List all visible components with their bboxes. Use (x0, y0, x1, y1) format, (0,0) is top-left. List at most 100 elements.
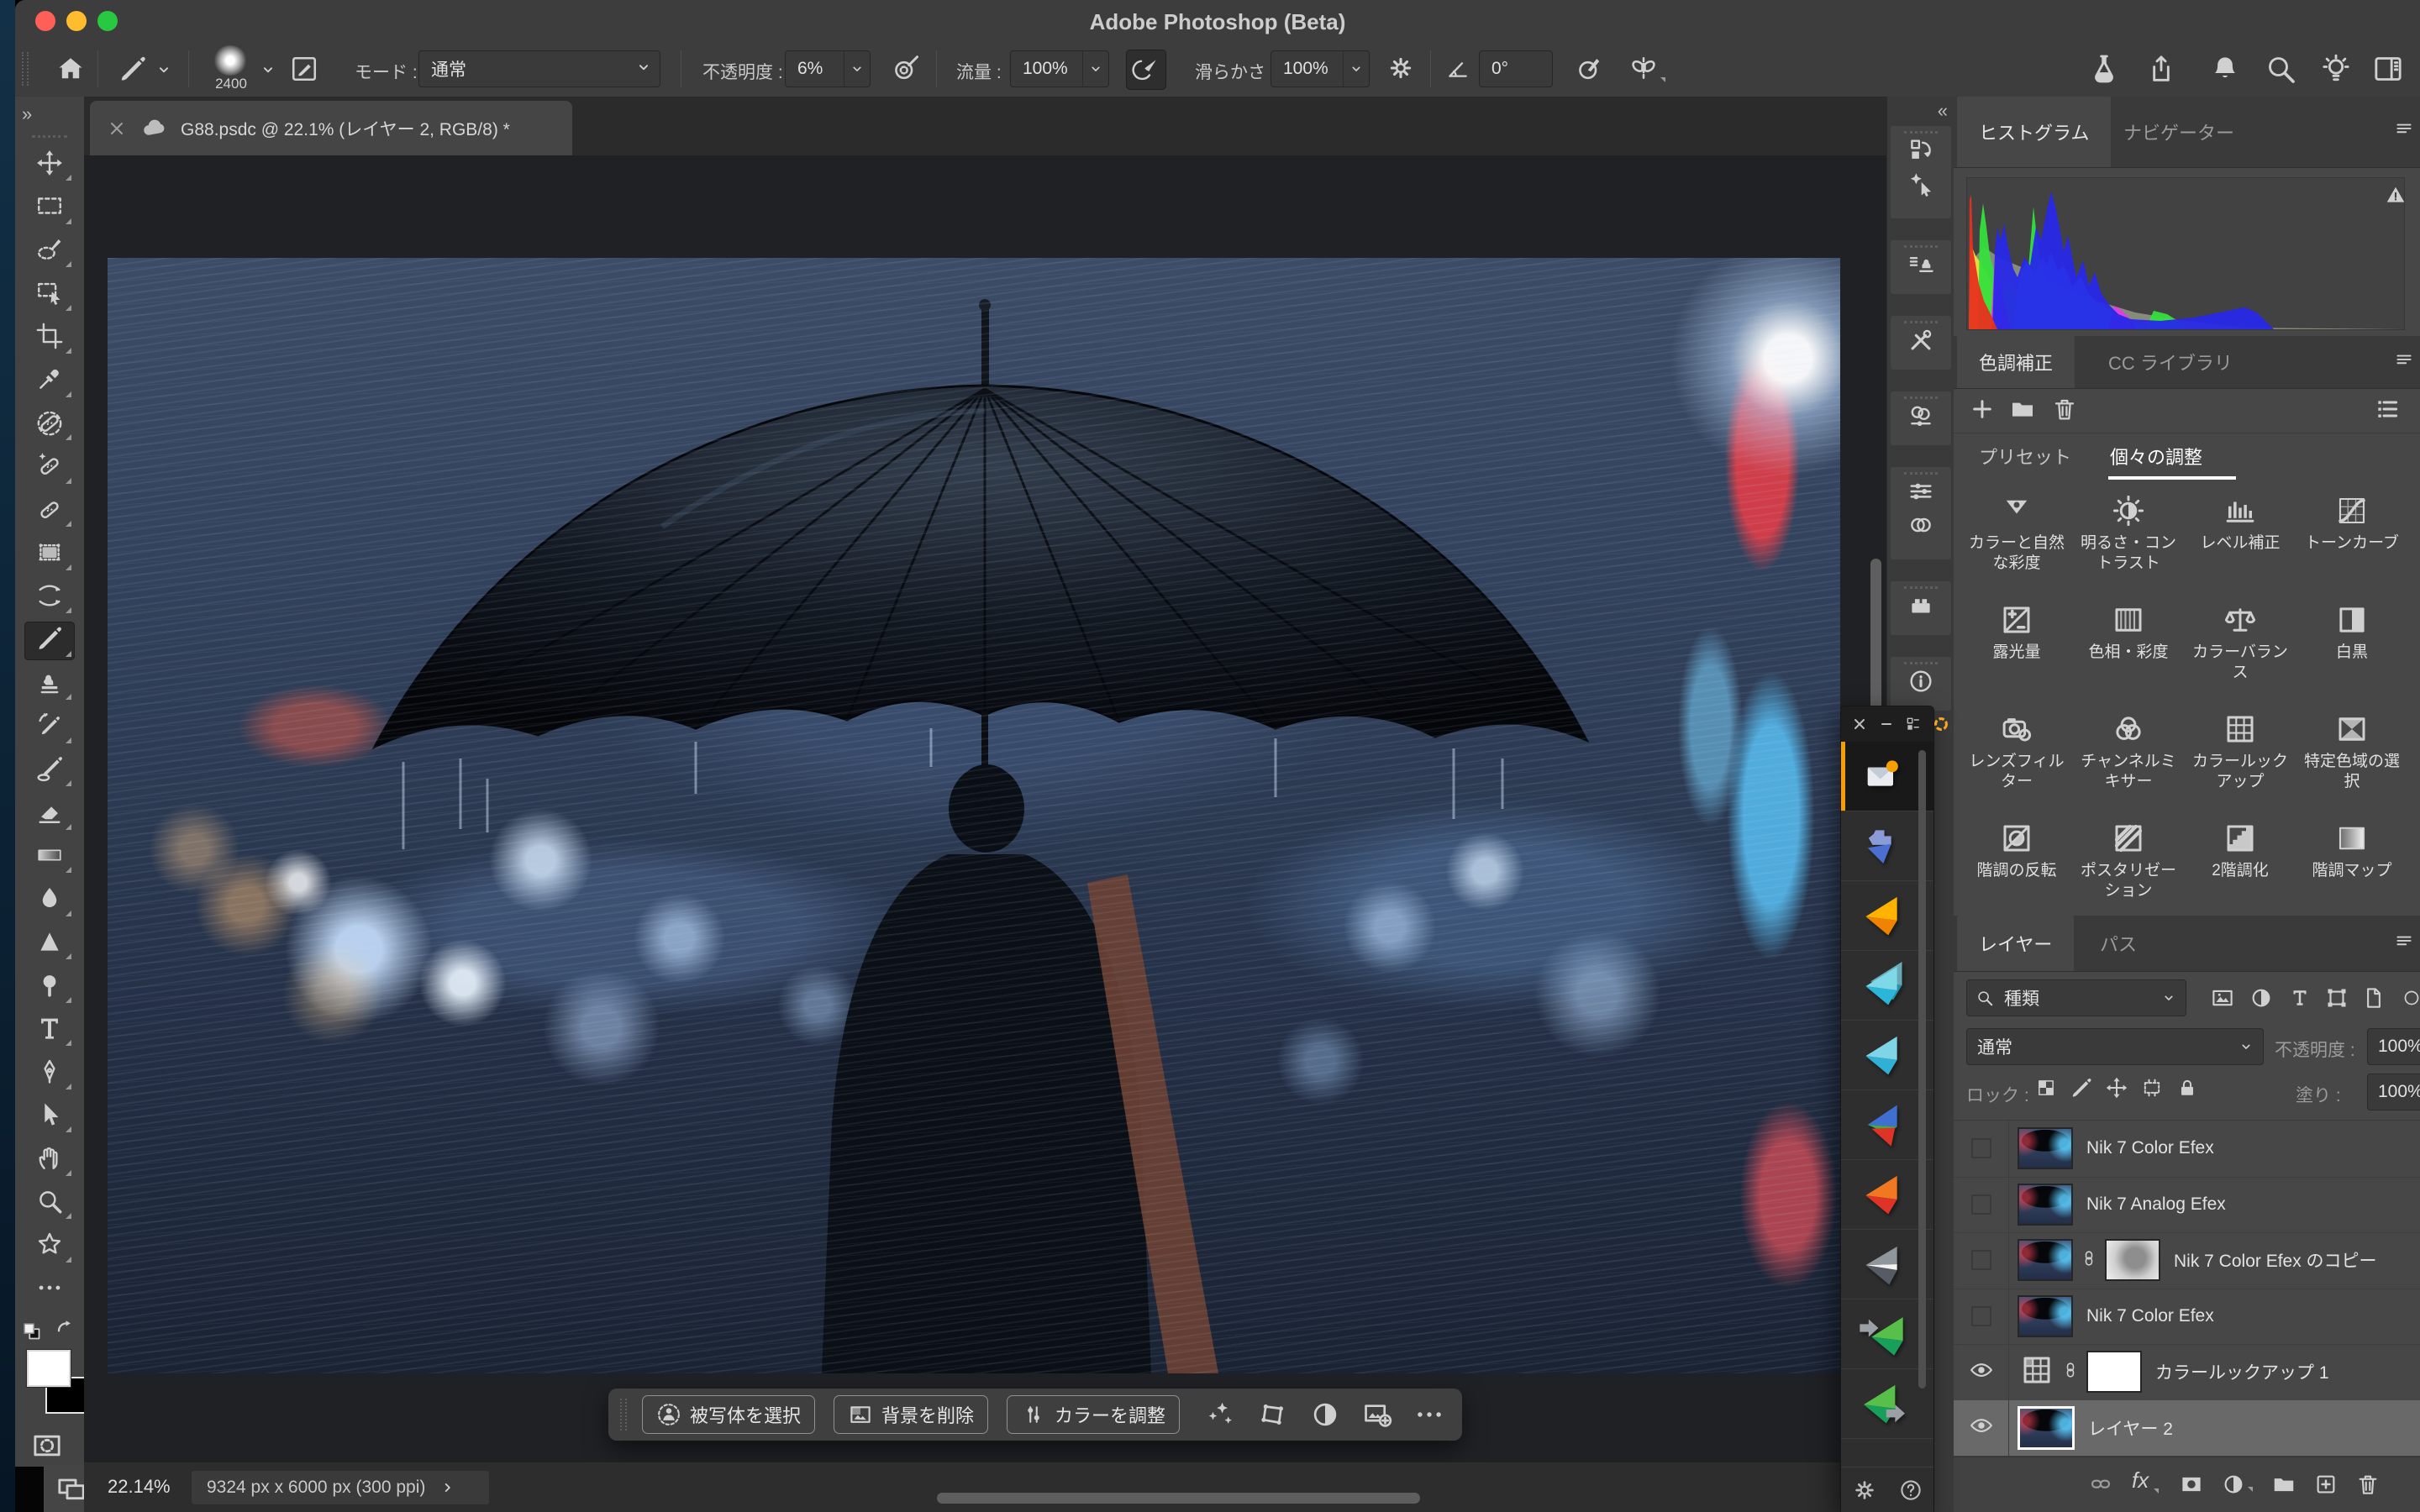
link-layers-icon[interactable] (2088, 1472, 2113, 1497)
nik-panel-header[interactable] (1841, 706, 1933, 742)
adjustment-gradient-map[interactable]: 階調マップ (2299, 819, 2405, 881)
tool-clone-stamp[interactable] (24, 664, 75, 703)
layer-name[interactable]: Nik 7 Color Efex (2086, 1306, 2214, 1326)
tool-preset-chevron-icon[interactable] (155, 60, 173, 79)
blend-mode-select[interactable]: 通常 (418, 50, 660, 87)
layer-thumbnail[interactable] (2018, 1239, 2073, 1281)
layer-name[interactable]: Nik 7 Color Efex (2086, 1138, 2214, 1158)
opacity-field[interactable]: 6% (785, 50, 871, 87)
layer-name[interactable]: カラールックアップ 1 (2155, 1359, 2329, 1384)
tab-layers[interactable]: レイヤー (1957, 916, 2074, 971)
tool-crop[interactable] (24, 318, 75, 357)
panel-icon-circles-slider[interactable] (1891, 401, 1951, 434)
home-icon[interactable] (55, 54, 86, 84)
contextual-task-bar[interactable]: 被写体を選択 背景を削除 カラーを調整 (608, 1389, 1462, 1441)
expand-panels-chevrons-icon[interactable]: « (1938, 100, 1946, 122)
lock-artboard-icon[interactable] (2140, 1076, 2164, 1100)
airbrush-toggle[interactable] (1126, 50, 1166, 90)
notifications-bell-icon[interactable] (2208, 52, 2242, 86)
layer-opacity-field[interactable]: 100% (2367, 1028, 2420, 1065)
adjustment-selective-color[interactable]: 特定色域の選択 (2299, 710, 2405, 792)
tool-move[interactable] (24, 145, 75, 184)
layer-mask-thumbnail[interactable] (2086, 1351, 2142, 1393)
tab-navigator[interactable]: ナビゲーター (2102, 97, 2256, 167)
filter-type-layers-icon[interactable] (2287, 985, 2312, 1011)
adjustment-color-balance[interactable]: カラーバランス (2187, 601, 2293, 683)
layer-row[interactable]: カラールックアップ 1 (1954, 1344, 2420, 1401)
brush-tool-preset-icon[interactable] (118, 54, 148, 84)
layer-name[interactable]: レイヤー 2 (2088, 1415, 2173, 1441)
smoothing-field[interactable]: 100% (1270, 50, 1370, 87)
layer-row[interactable]: Nik 7 Analog Efex (1954, 1177, 2420, 1234)
layer-thumbnail[interactable] (2018, 1295, 2073, 1337)
subtab-single-adjustments[interactable]: 個々の調整 (2110, 443, 2202, 470)
tool-rectangular-marquee[interactable] (24, 189, 75, 228)
more-options-icon[interactable] (1413, 1399, 1445, 1431)
chevron-down-icon[interactable] (1082, 51, 1108, 87)
dock-gripper[interactable] (1904, 321, 1938, 323)
panel-icon-plugins-brick[interactable] (1891, 591, 1951, 624)
new-group-folder-icon[interactable] (2271, 1472, 2296, 1497)
search-icon[interactable] (2264, 52, 2297, 86)
brush-picker-chevron-icon[interactable] (259, 60, 277, 79)
select-subject-button[interactable]: 被写体を選択 (642, 1395, 815, 1434)
add-adjustment-icon[interactable] (1969, 396, 1996, 423)
pressure-opacity-icon[interactable] (891, 54, 921, 84)
layer-filter-select[interactable]: 種類 (1966, 979, 2186, 1016)
tool-path-select[interactable] (24, 1097, 75, 1136)
tab-adjustments[interactable]: 色調補正 (1957, 336, 2075, 388)
document-tab[interactable]: G88.psdc @ 22.1% (レイヤー 2, RGB/8) * (90, 101, 572, 155)
tab-cc-libraries[interactable]: CC ライブラリ (2086, 336, 2254, 388)
toolbar-overflow-chevrons-icon[interactable]: » (22, 103, 30, 125)
adjust-color-button[interactable]: カラーを調整 (1007, 1395, 1180, 1434)
filter-smart-object-layers-icon[interactable] (2361, 985, 2386, 1011)
layer-name[interactable]: Nik 7 Color Efex のコピー (2174, 1247, 2377, 1273)
tab-histogram[interactable]: ヒストグラム (1957, 97, 2111, 167)
pressure-size-icon[interactable] (1575, 54, 1605, 84)
brush-preview[interactable] (213, 45, 247, 76)
discover-lightbulb-icon[interactable] (2319, 52, 2353, 86)
layer-row[interactable]: Nik 7 Color Efex (1954, 1121, 2420, 1178)
layer-visibility-toggle[interactable] (1954, 1344, 2009, 1400)
nik-scrollbar[interactable] (1918, 750, 1926, 1389)
taskbar-gripper[interactable] (620, 1399, 627, 1431)
panel-icon-toolkit[interactable] (1891, 325, 1951, 359)
adjustment-posterize[interactable]: ポスタリゼーション (2075, 819, 2181, 901)
panel-menu-icon[interactable] (2393, 118, 2415, 140)
panel-icon-history[interactable] (1891, 135, 1951, 169)
filter-shape-layers-icon[interactable] (2324, 985, 2349, 1011)
add-layer-mask-icon[interactable] (2179, 1472, 2204, 1497)
chevron-right-icon[interactable] (439, 1478, 457, 1497)
layer-thumbnail[interactable] (2018, 1127, 2073, 1169)
tool-eraser[interactable] (24, 795, 75, 833)
tool-eyedropper[interactable] (24, 362, 75, 401)
panel-icon-info[interactable] (1891, 666, 1951, 700)
remove-background-button[interactable]: 背景を削除 (834, 1395, 988, 1434)
adjustment-brightness-contrast[interactable]: 明るさ・コントラスト (2075, 491, 2181, 574)
tool-object-selection[interactable] (24, 276, 75, 314)
dock-gripper[interactable] (1904, 245, 1938, 248)
add-image-icon[interactable] (1361, 1399, 1393, 1431)
adjustment-black-white[interactable]: 白黒 (2299, 601, 2405, 663)
document-info[interactable]: 9324 px x 6000 px (300 ppi) (192, 1471, 489, 1504)
tool-pen[interactable] (24, 1054, 75, 1093)
brush-settings-panel-icon[interactable] (289, 54, 319, 84)
layer-blend-mode-select[interactable]: 通常 (1966, 1028, 2264, 1065)
share-icon[interactable] (2144, 52, 2178, 86)
tool-sharpen[interactable] (24, 924, 75, 963)
options-gripper[interactable] (22, 52, 29, 86)
tool-remove[interactable] (24, 405, 75, 444)
lock-all-icon[interactable] (2175, 1076, 2199, 1100)
layer-thumbnail[interactable] (2018, 1184, 2073, 1226)
default-colors-icon[interactable] (20, 1320, 45, 1345)
layer-fill-field[interactable]: 100% (2367, 1074, 2420, 1110)
symmetry-butterfly-icon[interactable] (1628, 54, 1659, 84)
layer-visibility-toggle[interactable] (1954, 1289, 2009, 1345)
mask-link-icon[interactable] (2080, 1246, 2098, 1275)
layer-visibility-toggle[interactable] (1954, 1121, 2009, 1177)
swap-colors-icon[interactable] (52, 1316, 79, 1343)
contrast-adjustment-icon[interactable] (1309, 1399, 1341, 1431)
close-icon[interactable] (1851, 716, 1868, 732)
panel-icon-discover[interactable] (1891, 169, 1951, 202)
canvas-vertical-scrollbar[interactable] (1870, 559, 1881, 714)
